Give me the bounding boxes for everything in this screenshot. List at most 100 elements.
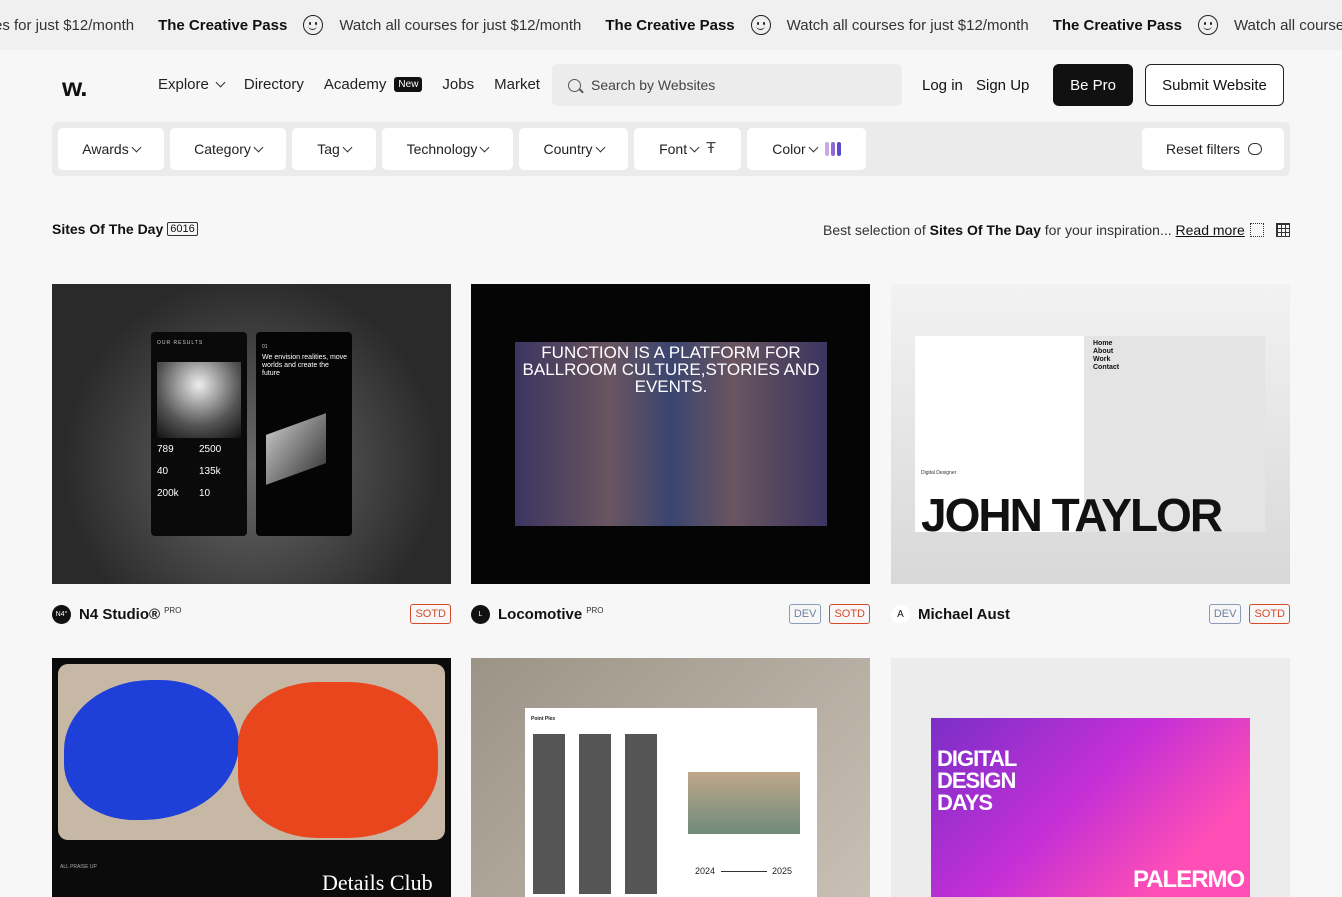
chevron-down-icon xyxy=(215,77,226,88)
filter-label: Color xyxy=(772,141,806,157)
section-count: 6016 xyxy=(167,222,198,236)
mockup-year: 2024 xyxy=(695,866,716,876)
desc-prefix: Best selection of xyxy=(823,222,930,238)
grid-small-view-icon[interactable] xyxy=(1250,223,1264,237)
mockup-headline: JOHN TAYLOR xyxy=(921,489,1223,541)
nav-directory[interactable]: Directory xyxy=(244,76,304,93)
filter-technology[interactable]: Technology xyxy=(382,128,513,170)
mockup-number: 01 xyxy=(262,344,268,350)
stat: 135k xyxy=(199,466,221,477)
reset-label: Reset filters xyxy=(1166,141,1240,157)
sotd-badge: SOTD xyxy=(410,604,451,624)
filter-font[interactable]: Font Ŧ xyxy=(634,128,741,170)
stat: 40 xyxy=(157,466,169,477)
mockup-image xyxy=(157,362,241,438)
read-more-link[interactable]: Read more xyxy=(1176,222,1245,238)
mockup-title: Point Plex xyxy=(531,716,556,722)
nav-label: Market xyxy=(494,76,540,93)
site-card-thumbnail[interactable]: OUR RESULTS 789 2500 40 135k 200k 10 01 … xyxy=(52,284,451,584)
nav-jobs[interactable]: Jobs xyxy=(442,76,474,93)
stat: 789 xyxy=(157,444,174,455)
marquee-item: Watch all courses for just $12/month The… xyxy=(787,15,1234,35)
site-logo-icon: N4° xyxy=(52,604,71,624)
pro-label: PRO xyxy=(586,605,604,615)
dev-badge: DEV xyxy=(788,604,822,624)
marquee-brand: The Creative Pass xyxy=(158,16,288,34)
chevron-down-icon xyxy=(253,142,264,152)
login-link[interactable]: Log in xyxy=(922,77,963,94)
stat: 2500 xyxy=(199,444,222,455)
mockup-phone-right: 01 We envision realities, move worlds an… xyxy=(256,332,352,536)
marquee-item: Watch all courses for just $12/month xyxy=(1234,17,1342,34)
menu-item: Work xyxy=(1093,356,1111,363)
search-box[interactable] xyxy=(552,64,902,106)
site-name[interactable]: Locomotive xyxy=(498,606,582,623)
chevron-down-icon xyxy=(808,142,819,152)
chevron-down-icon xyxy=(479,142,490,152)
stat: 10 xyxy=(199,488,211,499)
grid-large-view-icon[interactable] xyxy=(1276,223,1290,237)
nav-label: Explore xyxy=(158,76,209,93)
section-title-text: Sites Of The Day xyxy=(52,221,164,237)
stat: 200k xyxy=(157,488,179,499)
promo-marquee[interactable]: es for just $12/month The Creative Pass … xyxy=(0,0,1342,50)
site-logo[interactable]: w. xyxy=(62,72,88,103)
chat-bubble-icon xyxy=(1247,143,1262,155)
mockup-headline: FUNCTION IS A PLATFORM FOR BALLROOM CULT… xyxy=(522,343,820,396)
sotd-badge: SOTD xyxy=(829,604,870,624)
desc-bold: Sites Of The Day xyxy=(929,222,1041,238)
marquee-item: es for just $12/month The Creative Pass xyxy=(0,15,339,35)
filter-category[interactable]: Category xyxy=(170,128,286,170)
nav-market[interactable]: Market xyxy=(494,76,540,93)
blue-object xyxy=(64,680,239,820)
menu-item: About xyxy=(1093,348,1114,355)
site-card-footer: L Locomotive PRO DEV SOTD xyxy=(471,602,870,626)
section-title: Sites Of The Day 6016 xyxy=(52,221,198,237)
submit-website-button[interactable]: Submit Website xyxy=(1145,64,1284,106)
site-card-thumbnail[interactable]: Home About Work Contact Digital Designer… xyxy=(891,284,1290,584)
reset-filters-button[interactable]: Reset filters xyxy=(1144,128,1284,170)
nav-label: Jobs xyxy=(442,76,475,93)
site-card-thumbnail[interactable]: DIGITAL DESIGN DAYS PALERMO xyxy=(891,658,1290,897)
filter-label: Technology xyxy=(406,141,478,157)
new-badge: New xyxy=(394,77,423,92)
color-palette-icon xyxy=(824,142,841,156)
signup-link[interactable]: Sign Up xyxy=(976,77,1029,94)
site-card-thumbnail[interactable]: FUNCTION IS A PLATFORM FOR BALLROOM CULT… xyxy=(471,284,870,584)
nav-academy[interactable]: Academy New xyxy=(324,76,423,93)
site-card-thumbnail[interactable]: ALL PRAISE UP Details Club xyxy=(52,658,451,897)
smiley-icon xyxy=(1197,15,1218,35)
marquee-text: Watch all courses for just $12/month xyxy=(1233,16,1342,34)
site-name[interactable]: N4 Studio® xyxy=(79,606,160,623)
filter-country[interactable]: Country xyxy=(519,128,628,170)
mockup-brand: Details Club xyxy=(322,870,433,895)
marquee-brand: The Creative Pass xyxy=(605,16,735,34)
mockup-label: OUR RESULTS xyxy=(157,340,204,346)
filter-tag[interactable]: Tag xyxy=(292,128,376,170)
chevron-down-icon xyxy=(595,142,605,152)
menu-item: Home xyxy=(1093,340,1113,347)
site-card-thumbnail[interactable]: Point Plex 2024 2025 xyxy=(471,658,870,897)
chevron-down-icon xyxy=(342,142,353,152)
mockup-screen: Point Plex 2024 2025 xyxy=(525,708,817,897)
mockup-phone-left: OUR RESULTS 789 2500 40 135k 200k 10 xyxy=(151,332,247,536)
site-logo-icon: A xyxy=(891,604,910,624)
desc-suffix: for your inspiration... xyxy=(1040,222,1176,238)
mockup-image xyxy=(58,664,445,840)
site-card-footer: N4° N4 Studio® PRO SOTD xyxy=(52,602,451,626)
dev-badge: DEV xyxy=(1208,604,1242,624)
nav-label: Academy xyxy=(323,76,387,93)
filter-label: Font xyxy=(659,141,688,157)
chevron-down-icon xyxy=(131,142,142,152)
marquee-brand: The Creative Pass xyxy=(1052,16,1182,34)
be-pro-button[interactable]: Be Pro xyxy=(1053,64,1133,106)
filter-color[interactable]: Color xyxy=(747,128,866,170)
mockup-timeline xyxy=(721,871,767,872)
nav-explore[interactable]: Explore xyxy=(158,76,226,93)
filter-label: Country xyxy=(543,141,593,157)
site-name[interactable]: Michael Aust xyxy=(918,606,1010,623)
search-icon xyxy=(568,78,581,92)
orange-object xyxy=(238,682,438,838)
search-input[interactable] xyxy=(591,77,871,93)
filter-awards[interactable]: Awards xyxy=(58,128,164,170)
